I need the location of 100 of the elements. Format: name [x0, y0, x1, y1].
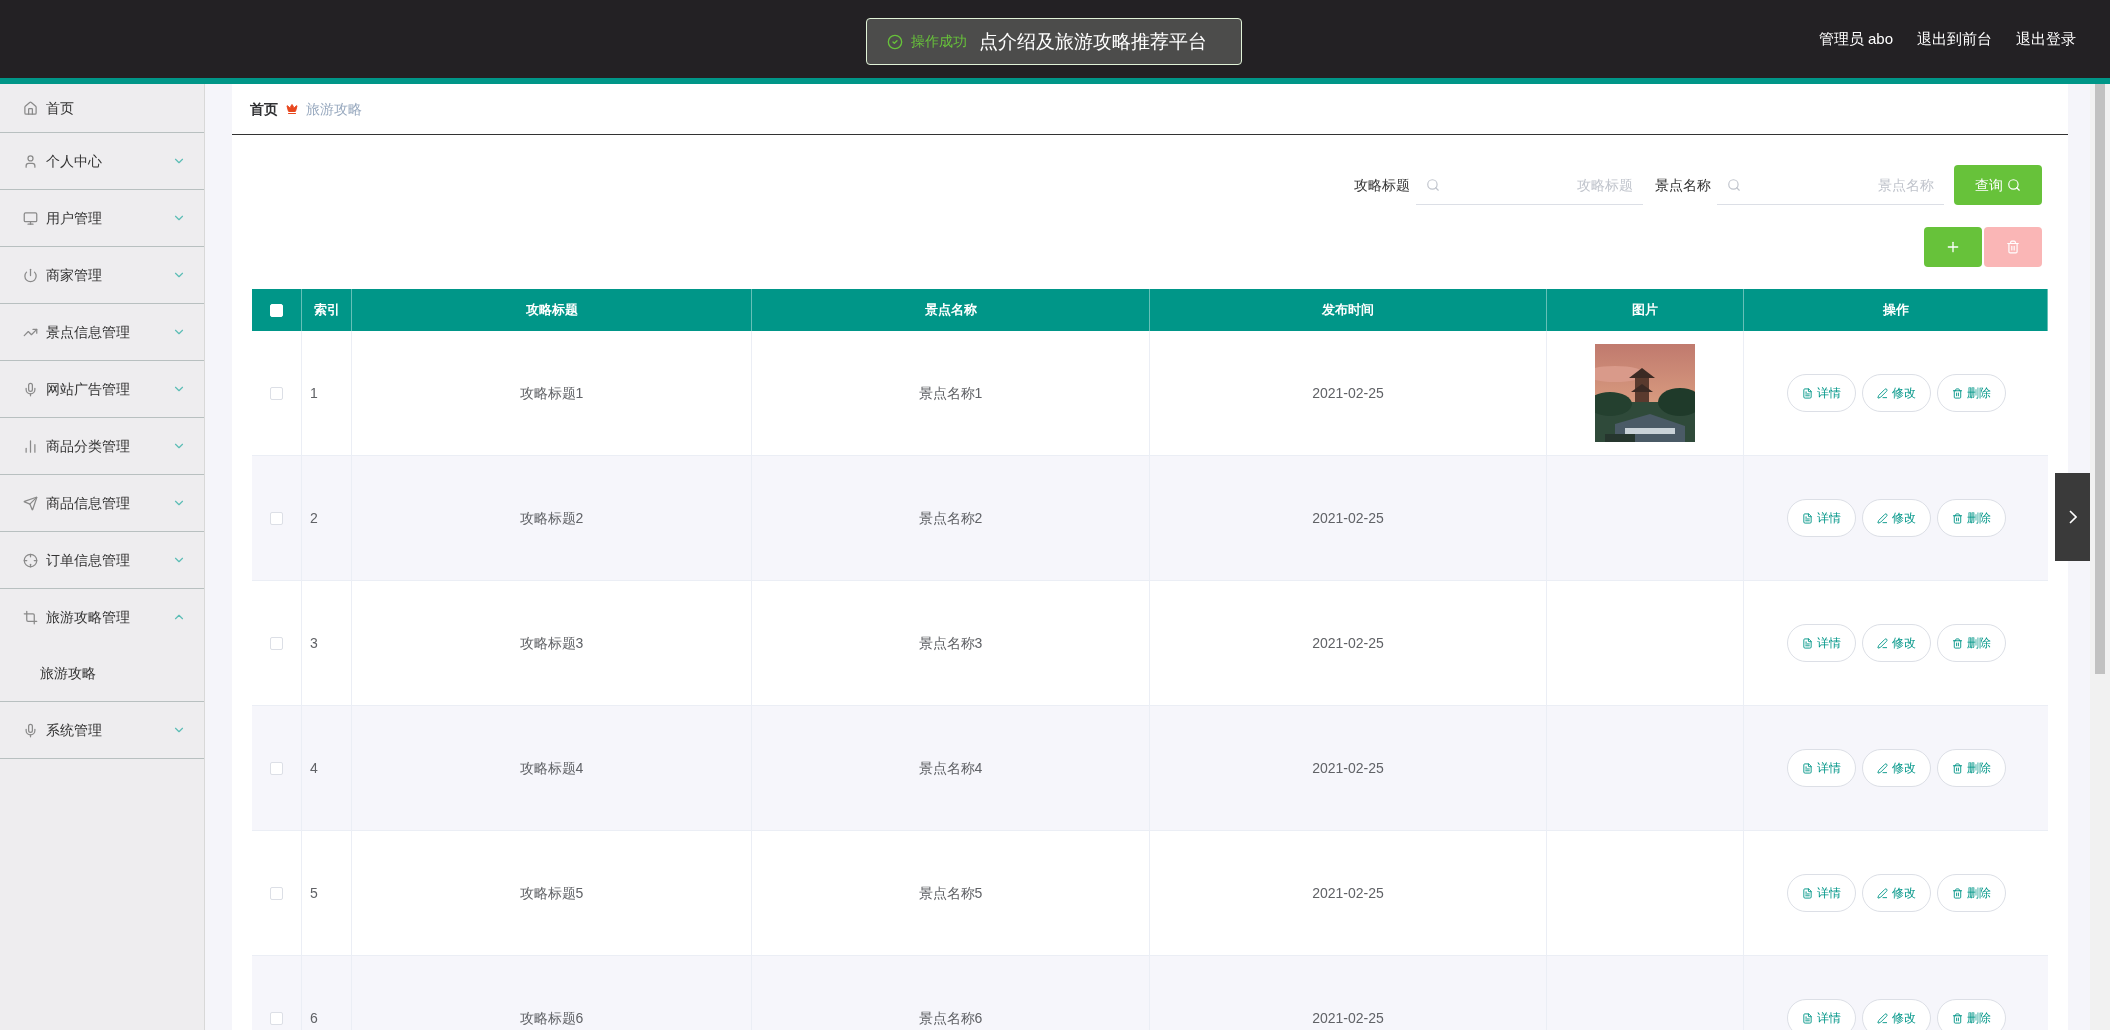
trash-icon: [1951, 512, 1963, 524]
action-button[interactable]: 详情: [1786, 999, 1856, 1030]
pen-icon: [1876, 637, 1888, 649]
crosshair-icon: [23, 552, 38, 568]
action-button[interactable]: 修改: [1861, 874, 1931, 912]
action-button[interactable]: 详情: [1786, 624, 1856, 662]
column-header: 操作: [1882, 301, 1909, 320]
trash-icon: [2006, 240, 2020, 254]
action-button[interactable]: 详情: [1786, 749, 1856, 787]
trash-icon: [1951, 762, 1963, 774]
search-icon: [1727, 178, 1741, 192]
table-cell-text: 景点名称4: [918, 758, 983, 778]
action-button[interactable]: 修改: [1861, 999, 1931, 1030]
sidebar-subitem[interactable]: 旅游攻略: [0, 645, 204, 701]
action-button[interactable]: 修改: [1861, 749, 1931, 787]
action-button[interactable]: 删除: [1936, 624, 2006, 662]
action-button[interactable]: 详情: [1786, 374, 1856, 412]
table-cell-text: 攻略标题5: [519, 883, 584, 903]
breadcrumb-link[interactable]: 首页: [250, 98, 278, 120]
document-icon: [1801, 387, 1813, 399]
send-icon: [23, 495, 38, 511]
row-checkbox[interactable]: [270, 511, 283, 525]
action-button[interactable]: 修改: [1861, 374, 1931, 412]
table-cell-text: 攻略标题2: [519, 508, 584, 528]
check-icon: [887, 33, 903, 50]
sidebar-item[interactable]: 网站广告管理: [0, 361, 204, 417]
sidebar-item[interactable]: 商品信息管理: [0, 475, 204, 531]
sidebar-item[interactable]: 个人中心: [0, 133, 204, 189]
sidebar-item[interactable]: 商家管理: [0, 247, 204, 303]
pen-icon: [1876, 1012, 1888, 1024]
select-all-checkbox[interactable]: [270, 303, 283, 317]
action-button[interactable]: 删除: [1936, 749, 2006, 787]
row-checkbox[interactable]: [270, 761, 283, 775]
trash-icon: [1951, 387, 1963, 399]
column-header: 攻略标题: [525, 301, 578, 320]
sidebar-item[interactable]: 旅游攻略管理: [0, 589, 204, 645]
column-header: 图片: [1632, 301, 1658, 320]
table-cell-text: 2021-02-25: [1312, 383, 1384, 403]
row-checkbox[interactable]: [270, 386, 283, 400]
breadcrumb-current: 旅游攻略: [306, 99, 362, 119]
action-button[interactable]: 删除: [1936, 874, 2006, 912]
site-title: 点介绍及旅游攻略推荐平台: [979, 30, 1207, 54]
action-button[interactable]: 修改: [1861, 499, 1931, 537]
action-button[interactable]: 详情: [1786, 874, 1856, 912]
trash-icon: [1951, 637, 1963, 649]
sidebar-item[interactable]: 系统管理: [0, 702, 204, 758]
sidebar-item[interactable]: 首页: [0, 84, 204, 132]
field-label: 景点名称: [1655, 175, 1711, 195]
crown-icon: [286, 103, 298, 115]
table-cell-text: 攻略标题4: [519, 758, 584, 778]
table-cell-text: 攻略标题6: [519, 1008, 584, 1028]
table-cell-text: 景点名称5: [918, 883, 983, 903]
action-button[interactable]: 详情: [1786, 499, 1856, 537]
row-checkbox[interactable]: [270, 886, 283, 900]
table-cell-text: 2021-02-25: [1312, 883, 1384, 903]
sidebar-item[interactable]: 商品分类管理: [0, 418, 204, 474]
microphone-icon: [23, 722, 38, 738]
row-checkbox[interactable]: [270, 1011, 283, 1025]
pen-icon: [1876, 387, 1888, 399]
user-icon: [23, 153, 38, 169]
field-label: 攻略标题: [1354, 175, 1410, 195]
add-button[interactable]: [1924, 227, 1982, 267]
home-icon: [23, 100, 38, 116]
action-button[interactable]: 删除: [1936, 499, 2006, 537]
table-cell-text: 景点名称3: [918, 633, 983, 653]
pen-icon: [1876, 762, 1888, 774]
search-icon: [2007, 178, 2021, 192]
bar-chart-icon: [23, 438, 38, 454]
search-button[interactable]: 查询: [1954, 165, 2042, 205]
header-link[interactable]: 管理员 abo: [1818, 27, 1893, 51]
sidebar-item[interactable]: 订单信息管理: [0, 532, 204, 588]
document-icon: [1801, 762, 1813, 774]
document-icon: [1801, 887, 1813, 899]
pen-icon: [1876, 887, 1888, 899]
sidebar-item[interactable]: 用户管理: [0, 190, 204, 246]
microphone-icon: [23, 381, 38, 397]
action-button[interactable]: 删除: [1936, 999, 2006, 1030]
column-header: 景点名称: [924, 301, 977, 320]
header-link[interactable]: 退出登录: [2016, 27, 2076, 51]
table-cell-text: 2021-02-25: [1312, 633, 1384, 653]
table-cell-text: 1: [310, 383, 318, 403]
search-icon: [1426, 178, 1440, 192]
sidebar-item[interactable]: 景点信息管理: [0, 304, 204, 360]
table-cell-text: 3: [310, 633, 318, 653]
table-cell-text: 2: [310, 508, 318, 528]
row-checkbox[interactable]: [270, 636, 283, 650]
power-icon: [23, 267, 38, 283]
search-field[interactable]: 景点名称: [1717, 165, 1944, 205]
trash-icon: [1951, 887, 1963, 899]
table-cell-text: 景点名称6: [918, 1008, 983, 1028]
header-link[interactable]: 退出到前台: [1917, 27, 1992, 51]
collapse-toggle[interactable]: [2055, 473, 2090, 561]
column-header: 索引: [313, 301, 340, 320]
search-field[interactable]: 攻略标题: [1416, 165, 1643, 205]
action-button[interactable]: 修改: [1861, 624, 1931, 662]
table-cell-text: 景点名称2: [918, 508, 983, 528]
table-cell-text: 6: [310, 1008, 318, 1028]
action-button[interactable]: 删除: [1936, 374, 2006, 412]
pen-icon: [1876, 512, 1888, 524]
trash-icon: [1951, 1012, 1963, 1024]
